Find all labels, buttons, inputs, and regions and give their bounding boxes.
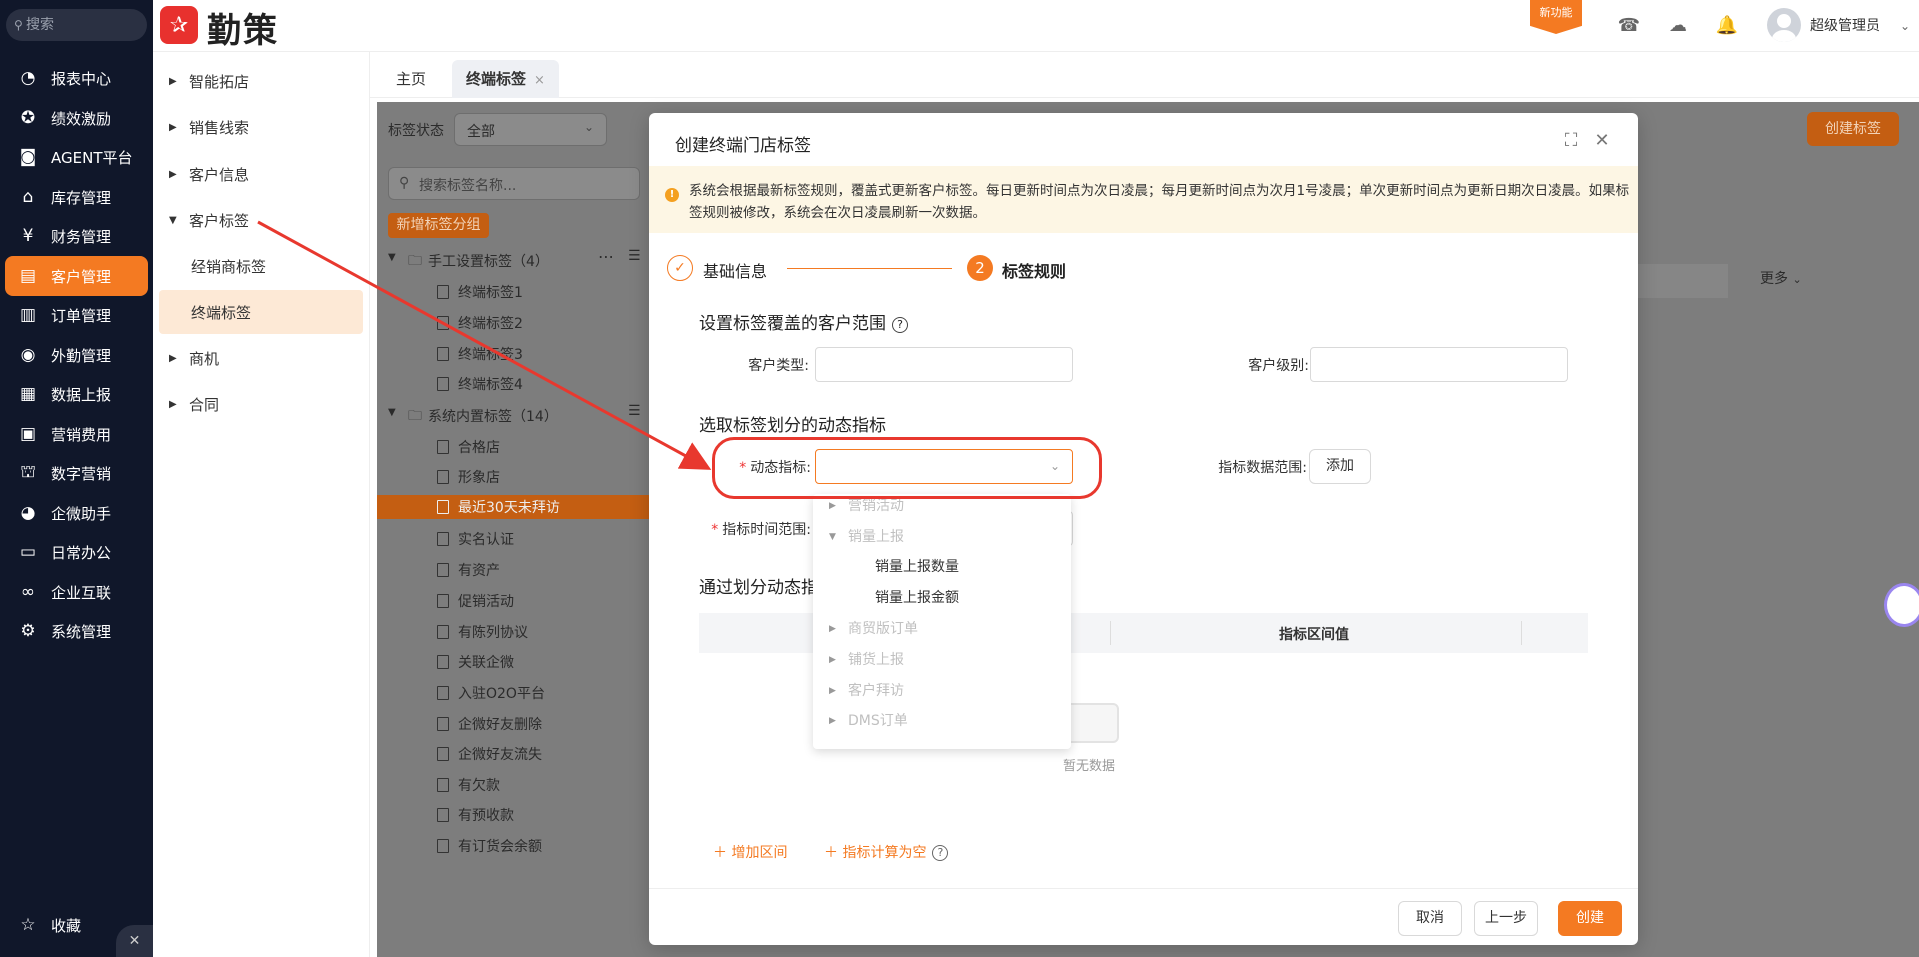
assistant-robot-icon[interactable] [1884, 583, 1919, 627]
annotation-arrow [257, 220, 712, 470]
